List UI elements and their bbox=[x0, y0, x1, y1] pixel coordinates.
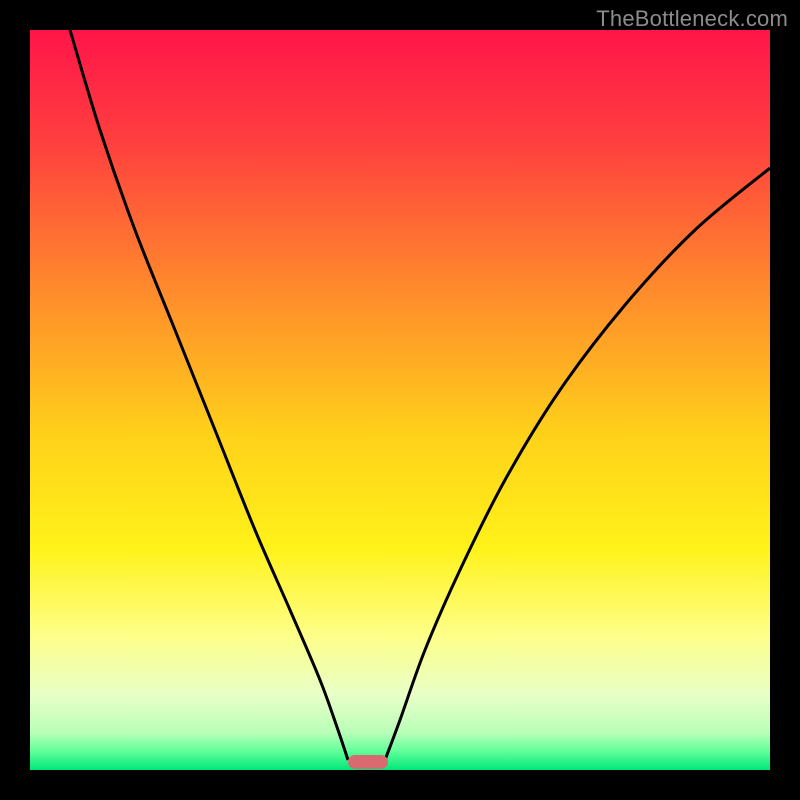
right-branch-curve bbox=[385, 168, 770, 760]
chart-frame: TheBottleneck.com bbox=[0, 0, 800, 800]
left-branch-curve bbox=[70, 30, 348, 760]
curve-layer bbox=[30, 30, 770, 770]
plot-area bbox=[30, 30, 770, 770]
watermark-text: TheBottleneck.com bbox=[596, 6, 788, 32]
bottleneck-marker bbox=[348, 755, 388, 769]
